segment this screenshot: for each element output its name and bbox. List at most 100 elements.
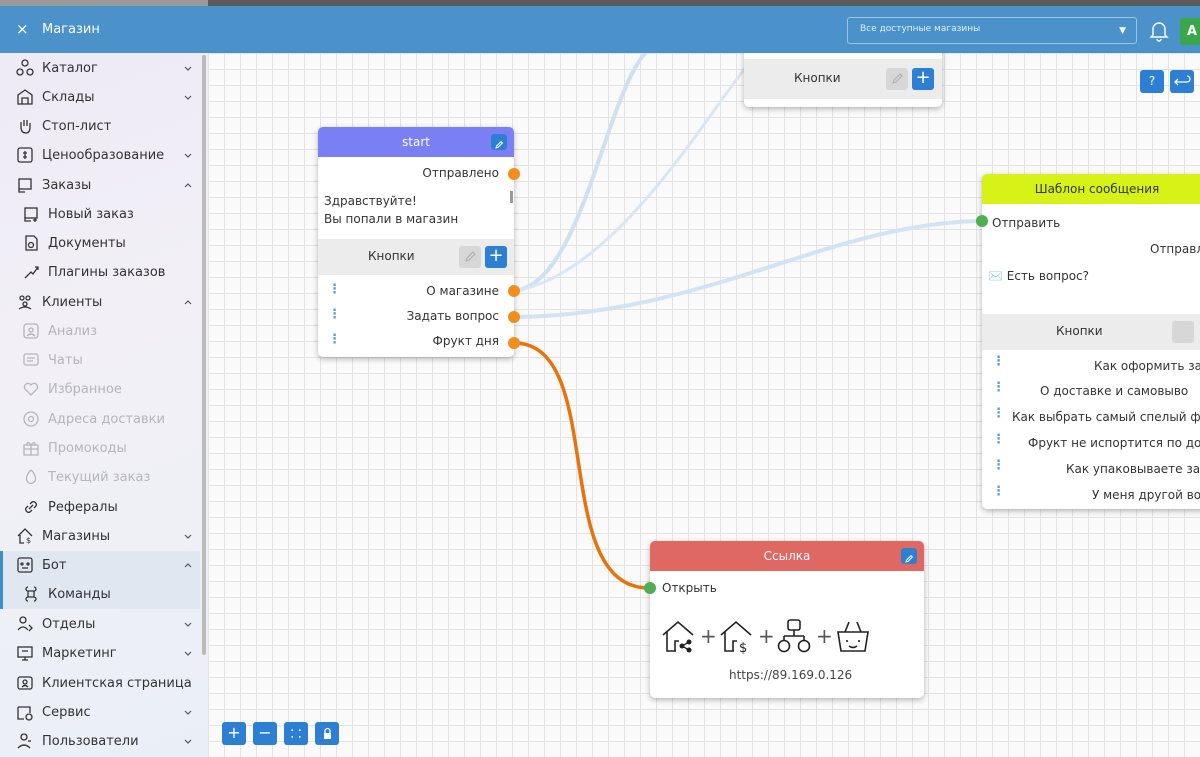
chevron-up-icon[interactable] [183,559,193,569]
drag-handle-icon[interactable]: ⋮ [328,308,341,321]
input-port-link[interactable] [644,582,656,594]
sidebar-item-price-tag[interactable]: Ценообразование [0,141,200,170]
sidebar-item-departments[interactable]: Отделы [0,610,200,639]
sidebar-item-marketing[interactable]: Маркетинг [0,639,200,668]
sidebar-item-hand-stop[interactable]: Стоп-лист [0,112,200,141]
bell-icon[interactable] [1148,18,1170,42]
input-port-template[interactable] [976,215,988,227]
sidebar-item-orders[interactable]: Заказы [0,171,200,200]
hand-stop-icon [16,117,34,135]
user-avatar[interactable]: A [1180,18,1200,45]
add-button-icon[interactable]: + [485,246,507,268]
template-button[interactable]: У меня другой вопр [1092,488,1200,502]
template-button[interactable]: Фрукт не испортится по дорог [1028,436,1200,450]
sidebar-item-plugins[interactable]: Плагины заказов [0,258,200,287]
drag-handle-icon[interactable]: ⋮ [992,433,1005,446]
shop-select[interactable]: Все доступные магазины ▼ [847,17,1137,44]
edit-buttons-icon[interactable] [1172,321,1194,343]
sidebar-item-label: Клиенты [42,295,103,310]
link-url[interactable]: https://89.169.0.126 [729,668,852,682]
chevron-down-icon[interactable] [183,647,193,657]
sidebar-item-users[interactable]: Пользователи [0,727,200,756]
warehouse-icon [16,88,34,106]
sidebar-item-documents[interactable]: Документы [0,229,200,258]
chevron-down-icon[interactable] [183,149,193,159]
buttons-bar: Кнопки + [744,59,942,99]
sidebar-item-bot[interactable]: Бот [0,551,200,580]
edit-node-icon[interactable] [491,134,507,150]
template-button[interactable]: Как оформить зака [1094,359,1200,373]
add-button-icon[interactable]: + [912,68,934,90]
output-port-about[interactable] [508,285,520,297]
sidebar-item-command[interactable]: Команды [0,580,200,609]
edit-buttons-icon[interactable] [459,246,481,268]
sidebar-item-clients[interactable]: Клиенты [0,288,200,317]
sidebar-item-current-order[interactable]: Текущий заказ [0,463,200,492]
button-ask-question[interactable]: Задать вопрос [407,309,499,323]
chevron-up-icon[interactable] [183,296,193,306]
drag-handle-icon[interactable]: ⋮ [328,283,341,296]
chevron-down-icon[interactable] [183,706,193,716]
buttons-node-top[interactable]: Кнопки + [744,53,942,107]
zoom-out-icon[interactable]: − [253,722,277,745]
template-button[interactable]: Как выбрать самый спелый фру [1012,410,1200,424]
sidebar-item-shops[interactable]: $ Магазины [0,522,200,551]
fit-icon[interactable] [284,722,308,745]
drag-handle-icon[interactable]: ⋮ [328,333,341,346]
link-icon [22,498,40,516]
chevron-down-icon[interactable] [183,62,193,72]
output-port-question[interactable] [508,311,520,323]
drag-handle-icon[interactable]: ⋮ [992,459,1005,472]
sent-label: Отправле [1150,242,1200,256]
sidebar-item-label: Избранное [48,382,122,397]
flow-canvas[interactable]: Кнопки + start Отправлено Здравствуйте! … [208,53,1200,757]
sidebar-item-new-order[interactable]: Новый заказ [0,200,200,229]
sidebar-item-client-page[interactable]: Клиентская страница [0,669,200,698]
sidebar-item-gift[interactable]: Промокоды [0,434,200,463]
drag-handle-icon[interactable]: ⋮ [992,381,1005,394]
chevron-up-icon[interactable] [183,179,193,189]
sidebar-item-label: Промокоды [48,441,127,456]
link-icons-row: + $ + + [660,616,920,658]
sidebar-item-link[interactable]: Рефералы [0,493,200,522]
undo-icon[interactable] [1170,70,1194,93]
lock-icon[interactable] [315,722,339,745]
help-button[interactable]: ? [1140,70,1164,93]
sidebar-item-catalog[interactable]: Каталог [0,54,200,83]
drag-handle-icon[interactable]: ⋮ [992,355,1005,368]
svg-text:$: $ [26,536,31,545]
plus-sign: + [758,624,775,648]
svg-text:$: $ [739,641,747,654]
chevron-down-icon[interactable] [183,91,193,101]
template-button[interactable]: О доставке и самовыво [1040,384,1188,398]
chevron-down-icon[interactable] [183,618,193,628]
chevron-down-icon[interactable] [183,530,193,540]
template-button[interactable]: Как упаковываете заказ [1066,462,1200,476]
output-port-fruit[interactable] [508,337,520,349]
message-scrollbar[interactable] [510,191,513,203]
sidebar-item-heart[interactable]: Избранное [0,375,200,404]
sidebar-item-label: Плагины заказов [48,265,166,280]
button-about-shop[interactable]: О магазине [426,284,499,298]
sidebar-item-analysis[interactable]: Анализ [0,317,200,346]
sent-label: Отправлено [422,166,499,180]
start-node[interactable]: start Отправлено Здравствуйте! Вы попали… [318,127,514,357]
sidebar-item-location[interactable]: Адреса доставки [0,405,200,434]
drag-handle-icon[interactable]: ⋮ [992,407,1005,420]
drag-handle-icon[interactable]: ⋮ [992,485,1005,498]
bot-icon [16,556,34,574]
sidebar-item-label: Новый заказ [48,207,134,222]
template-node[interactable]: Шаблон сообщения Отправить Отправле ✉️ Е… [982,174,1200,509]
close-icon[interactable]: × [16,20,29,38]
edit-node-icon[interactable] [901,548,917,564]
sidebar-item-service[interactable]: Сервис [0,698,200,727]
button-fruit-of-day[interactable]: Фрукт дня [433,334,499,348]
sidebar-scrollbar[interactable] [202,55,206,655]
link-node[interactable]: Ссылка Открыть + $ + + https://89.169.0.… [650,541,924,698]
zoom-in-icon[interactable]: + [222,722,246,745]
chevron-down-icon[interactable] [183,735,193,745]
sidebar-item-warehouse[interactable]: Склады [0,83,200,112]
sidebar-item-chat[interactable]: Чаты [0,346,200,375]
output-port-sent[interactable] [508,168,520,180]
edit-buttons-icon[interactable] [886,68,908,90]
